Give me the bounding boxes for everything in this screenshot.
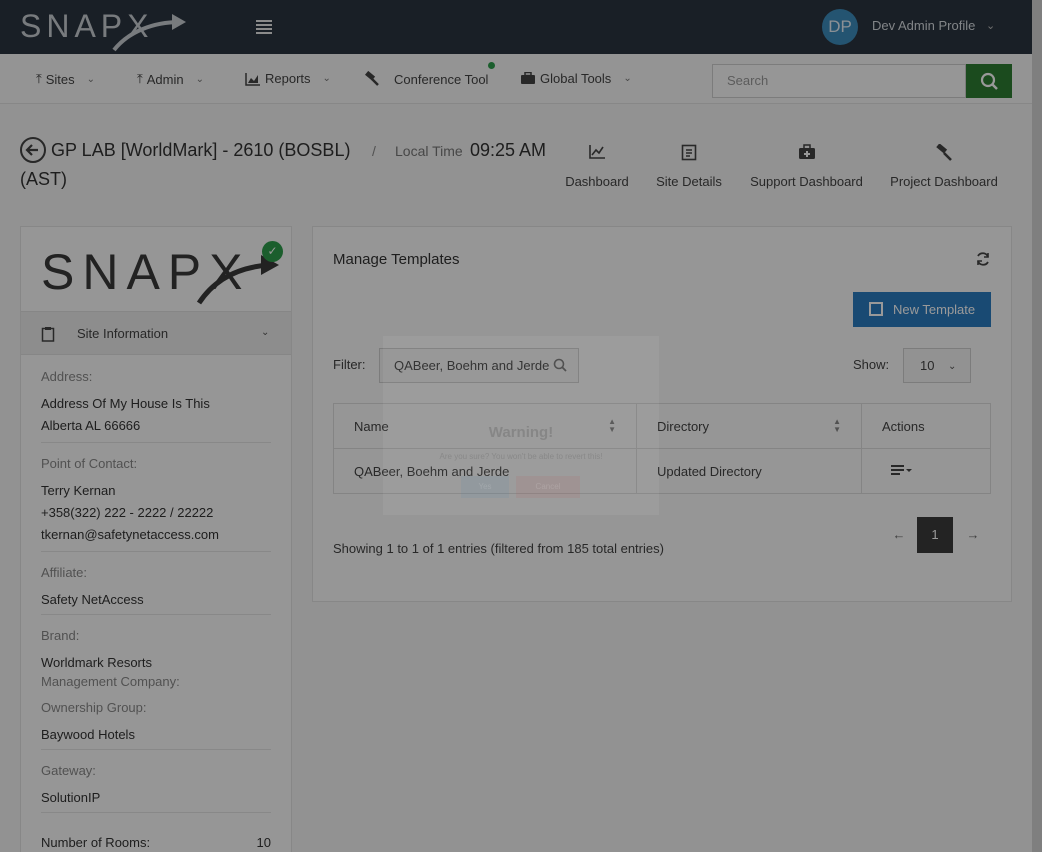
dialog-message: Are you sure? You won't be able to rever… bbox=[439, 452, 603, 461]
dialog-title: Warning! bbox=[488, 424, 554, 441]
warning-dialog: Warning! Are you sure? You won't be able… bbox=[383, 336, 659, 515]
cancel-button[interactable]: Cancel bbox=[516, 476, 580, 498]
confirm-button[interactable]: Yes bbox=[461, 476, 509, 498]
